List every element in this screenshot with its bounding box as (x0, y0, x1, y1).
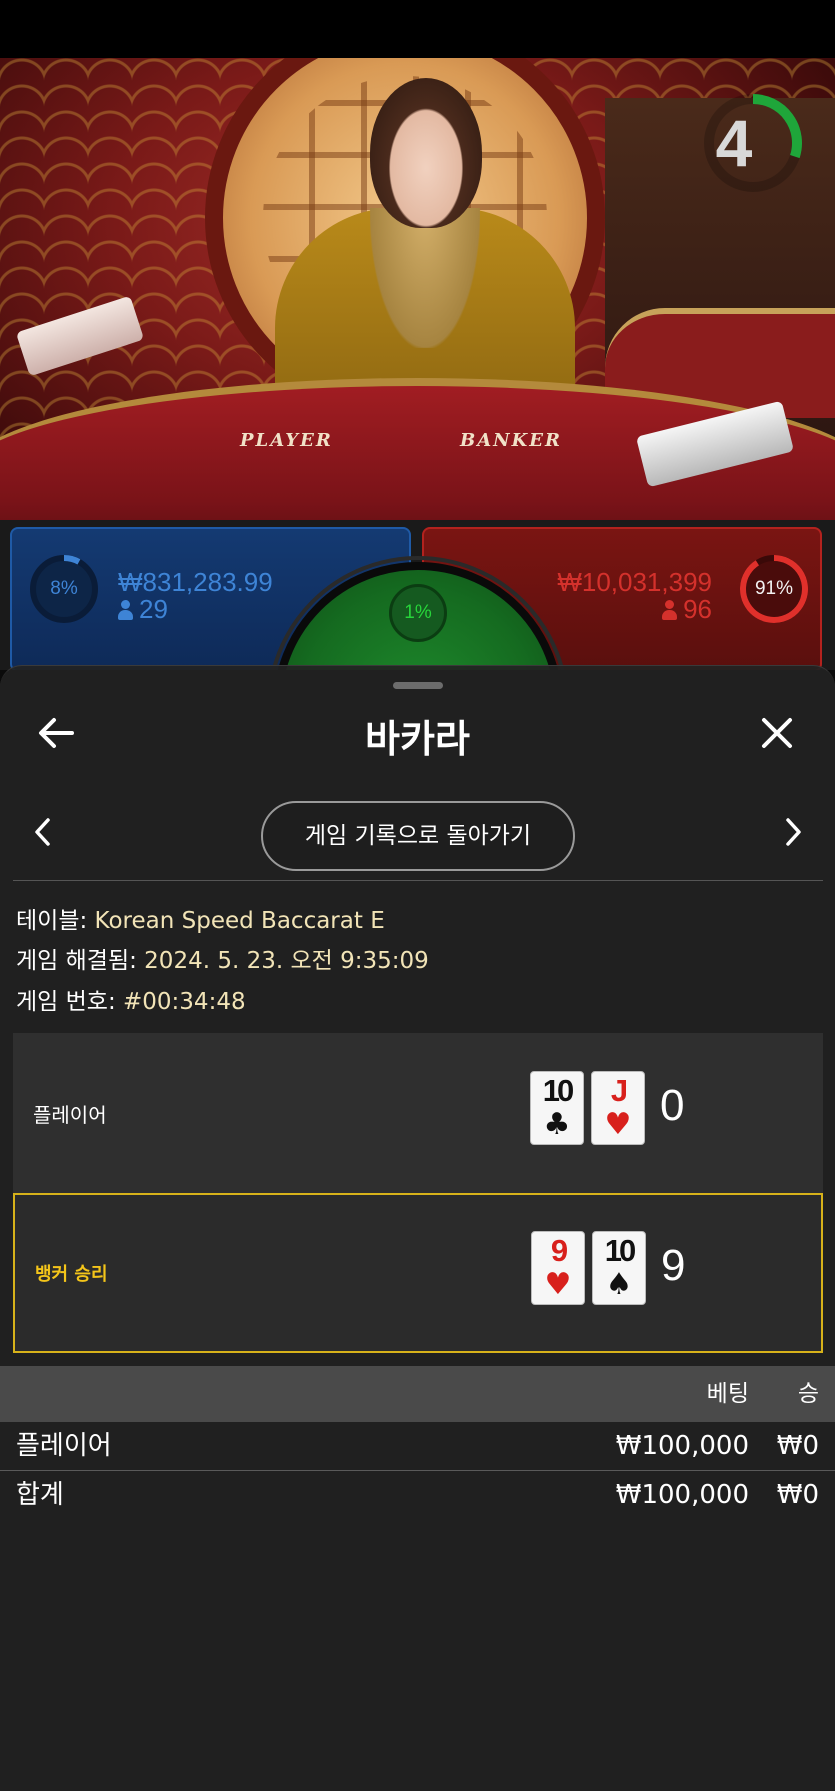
table-row-total: 합계 ₩100,000 ₩0 (0, 1471, 835, 1519)
countdown-number: 4 (715, 106, 753, 180)
tie-percent: 1% (389, 584, 447, 642)
bet-area: 8% ₩831,283.99 29 91% ₩10,031,399 96 1% (0, 520, 835, 858)
playing-card: 10 ♣ (530, 1071, 584, 1145)
win-amount: ₩0 (776, 1431, 819, 1461)
result-label-winner: 뱅커 승리 (35, 1264, 108, 1285)
bets-table-header: 베팅 승 (0, 1366, 835, 1422)
playing-card: 10 ♠ (592, 1231, 646, 1305)
result-row-banker: 뱅커 승리 9 ♥ 10 ♠ 9 (13, 1193, 823, 1353)
heart-suit-icon: ♥ (604, 1107, 632, 1142)
chevron-left-icon[interactable] (28, 814, 58, 850)
bet-amount: ₩100,000 (615, 1431, 749, 1461)
win-column-header: 승 (797, 1381, 819, 1407)
result-label: 플레이어 (33, 1102, 107, 1127)
game-detail-sheet: 바카라 게임 기록으로 돌아가기 테이블: Korean Speed Bacca… (0, 665, 835, 1791)
back-to-history-button[interactable]: 게임 기록으로 돌아가기 (261, 801, 575, 871)
person-icon (118, 600, 133, 620)
table-name: Korean Speed Baccarat E (94, 908, 385, 934)
result-score: 9 (661, 1241, 686, 1290)
dealer-head (370, 78, 482, 228)
playing-card: 9 ♥ (531, 1231, 585, 1305)
total-win-amount: ₩0 (776, 1480, 819, 1510)
result-score: 0 (660, 1081, 685, 1130)
chevron-right-icon[interactable] (778, 814, 808, 850)
status-bar (0, 0, 835, 58)
result-row-player: 플레이어 10 ♣ J ♥ 0 (13, 1033, 823, 1193)
resolved-info: 게임 해결됨: 2024. 5. 23. 오전 9:35:09 (16, 948, 429, 974)
banker-bettor-count: 96 (662, 594, 712, 625)
total-bet-amount: ₩100,000 (615, 1480, 749, 1510)
section-divider (13, 880, 823, 881)
banker-percent: 91% (754, 578, 794, 599)
club-suit-icon: ♣ (543, 1107, 571, 1142)
resolved-time: 2024. 5. 23. 오전 9:35:09 (144, 948, 429, 974)
felt-label-banker: BANKER (460, 430, 562, 451)
total-label: 합계 (16, 1480, 64, 1510)
playing-card: J ♥ (591, 1071, 645, 1145)
table-info: 테이블: Korean Speed Baccarat E (16, 908, 385, 934)
game-number: #00:34:48 (123, 989, 246, 1015)
game-number-info: 게임 번호: #00:34:48 (16, 989, 246, 1015)
bet-column-header: 베팅 (706, 1381, 749, 1407)
close-icon[interactable] (754, 710, 800, 756)
bet-name: 플레이어 (16, 1431, 112, 1461)
player-bettor-count: 29 (118, 594, 168, 625)
table-row: 플레이어 ₩100,000 ₩0 (0, 1422, 835, 1470)
person-icon (662, 600, 678, 620)
sheet-title: 바카라 (365, 717, 470, 761)
sheet-grabber[interactable] (393, 682, 443, 689)
heart-suit-icon: ♥ (544, 1267, 572, 1302)
spade-suit-icon: ♠ (605, 1267, 633, 1302)
felt-label-player: PLAYER (240, 430, 333, 451)
player-percent: 8% (50, 578, 78, 599)
